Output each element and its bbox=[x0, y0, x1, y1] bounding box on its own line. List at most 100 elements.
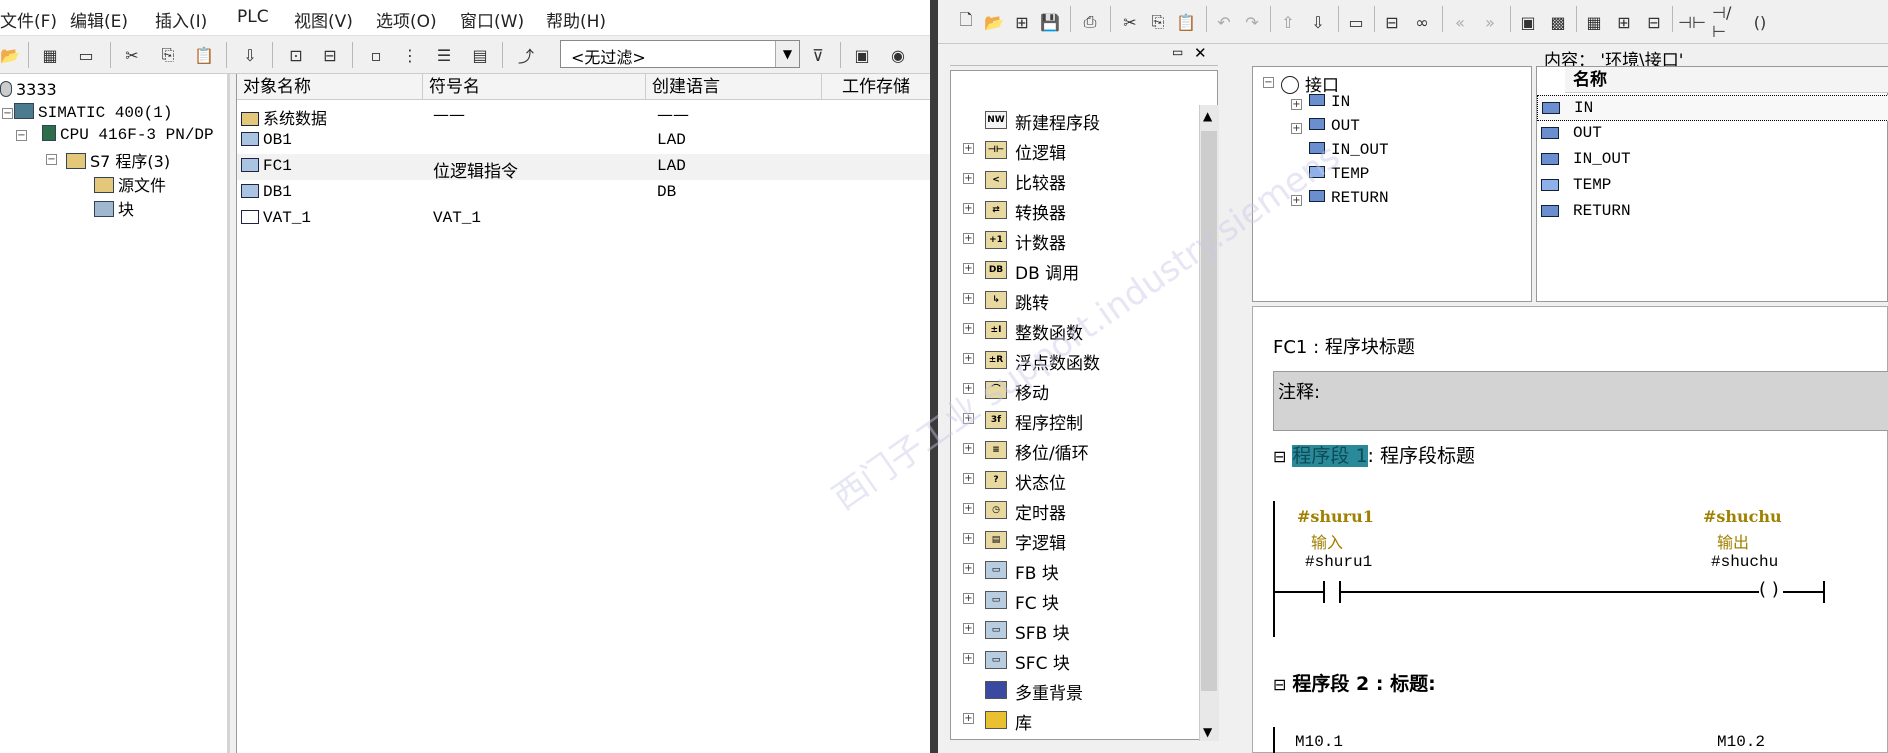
table-row[interactable]: DB1 DB bbox=[237, 180, 931, 206]
collapse-icon[interactable]: − bbox=[46, 154, 57, 165]
monitor-icon[interactable]: ▭ bbox=[1342, 8, 1370, 36]
chevron-down-icon[interactable]: ▼ bbox=[775, 41, 799, 67]
details-icon[interactable]: ▩ bbox=[1544, 8, 1572, 36]
interface-tree-in[interactable]: IN bbox=[1309, 93, 1350, 111]
accessible-nodes-icon[interactable]: ▦ bbox=[36, 41, 64, 69]
branch-open-icon[interactable]: ⊞ bbox=[1610, 8, 1638, 36]
list-view-icon[interactable]: ☰ bbox=[430, 41, 458, 69]
interface-tree-return[interactable]: RETURN bbox=[1309, 189, 1389, 207]
next-segment-icon[interactable]: » bbox=[1476, 8, 1504, 36]
simulation-icon[interactable]: ◉ bbox=[884, 41, 912, 69]
tree-item-project[interactable]: 3333 bbox=[0, 80, 57, 99]
tree-item-program[interactable]: S7 程序(3) bbox=[66, 148, 170, 172]
scroll-up-icon[interactable]: ▲ bbox=[1203, 109, 1212, 123]
expand-icon[interactable]: + bbox=[963, 713, 974, 724]
filter-select[interactable]: <无过滤> ▼ bbox=[560, 40, 800, 68]
tree-item-cpu[interactable]: CPU 416F-3 PN/DP bbox=[42, 124, 214, 144]
coil-address[interactable]: #shuchu bbox=[1711, 553, 1778, 571]
nc-contact-icon[interactable]: ⊣/⊢ bbox=[1712, 3, 1740, 41]
online-icon[interactable]: ⊡ bbox=[282, 41, 310, 69]
cut-icon[interactable]: ✂ bbox=[118, 41, 146, 69]
contact-address[interactable]: M10.1 bbox=[1295, 733, 1343, 751]
network-icon[interactable]: ▣ bbox=[848, 41, 876, 69]
expand-icon[interactable]: + bbox=[963, 653, 974, 664]
menu-view[interactable]: 视图(V) bbox=[294, 7, 353, 32]
up-level-icon[interactable]: ⤴ bbox=[512, 41, 540, 69]
no-contact-icon[interactable]: ⊣⊢ bbox=[1678, 8, 1706, 36]
network-icon[interactable]: ⊟ bbox=[1378, 8, 1406, 36]
interface-row[interactable]: TEMP bbox=[1537, 173, 1888, 199]
interface-row[interactable]: RETURN bbox=[1537, 199, 1888, 225]
interface-row[interactable]: IN bbox=[1537, 95, 1888, 121]
cut-icon[interactable]: ✂ bbox=[1116, 8, 1144, 36]
table-row[interactable]: 系统数据 —— —— bbox=[237, 102, 931, 128]
expand-icon[interactable]: + bbox=[963, 203, 974, 214]
small-icons-icon[interactable]: ⋮ bbox=[396, 41, 424, 69]
expand-icon[interactable]: + bbox=[963, 173, 974, 184]
filter-icon[interactable]: ⊽ bbox=[804, 41, 832, 69]
scroll-down-icon[interactable]: ▼ bbox=[1203, 725, 1212, 739]
expand-icon[interactable]: + bbox=[963, 233, 974, 244]
coil-icon[interactable]: () bbox=[1746, 8, 1774, 36]
open-icon[interactable]: 📂 bbox=[0, 41, 24, 69]
menu-insert[interactable]: 插入(I) bbox=[155, 7, 207, 32]
collapse-icon[interactable]: − bbox=[2, 108, 13, 119]
expand-icon[interactable]: + bbox=[963, 443, 974, 454]
redo-icon[interactable]: ↷ bbox=[1238, 8, 1266, 36]
col-language[interactable]: 创建语言 bbox=[646, 74, 822, 100]
network-2-title[interactable]: ⊟ 程序段 2 : 标题: bbox=[1273, 669, 1436, 696]
print-icon[interactable]: ⎙ bbox=[1076, 8, 1104, 36]
expand-icon[interactable]: + bbox=[1291, 123, 1302, 134]
table-row[interactable]: OB1 LAD bbox=[237, 128, 931, 154]
collapse-icon[interactable]: ⊟ bbox=[1273, 675, 1286, 694]
tree-item-blocks[interactable]: 块 bbox=[94, 196, 134, 220]
menu-options[interactable]: 选项(O) bbox=[376, 7, 437, 32]
previous-segment-icon[interactable]: « bbox=[1446, 8, 1474, 36]
menu-help[interactable]: 帮助(H) bbox=[546, 7, 606, 32]
paste-icon[interactable]: 📋 bbox=[190, 41, 218, 69]
expand-icon[interactable]: + bbox=[1291, 99, 1302, 110]
network-1-title[interactable]: ⊟ 程序段 1: 程序段标题 bbox=[1273, 441, 1475, 468]
menu-plc[interactable]: PLC bbox=[237, 7, 269, 27]
window-splitter[interactable] bbox=[930, 0, 938, 753]
download-icon[interactable]: ⇩ bbox=[236, 41, 264, 69]
expand-icon[interactable]: + bbox=[963, 323, 974, 334]
copy-icon[interactable]: ⎘ bbox=[1144, 8, 1172, 36]
expand-icon[interactable]: + bbox=[963, 563, 974, 574]
col-object-name[interactable]: 对象名称 bbox=[237, 74, 423, 100]
accessible-nodes-icon[interactable]: ⊞ bbox=[1008, 8, 1036, 36]
table-row[interactable]: VAT_1 VAT_1 bbox=[237, 206, 931, 232]
expand-icon[interactable]: + bbox=[963, 473, 974, 484]
menu-file[interactable]: 文件(F) bbox=[0, 7, 57, 32]
interface-row[interactable]: IN_OUT bbox=[1537, 147, 1888, 173]
coil-address[interactable]: M10.2 bbox=[1717, 733, 1765, 751]
expand-icon[interactable]: + bbox=[963, 263, 974, 274]
block-comment[interactable]: 注释: bbox=[1273, 371, 1888, 431]
glasses-icon[interactable]: ∞ bbox=[1408, 8, 1436, 36]
new-icon[interactable]: 🗋 bbox=[952, 8, 980, 36]
insert-network-icon[interactable]: ▦ bbox=[1580, 8, 1608, 36]
expand-icon[interactable]: + bbox=[963, 143, 974, 154]
memory-card-icon[interactable]: ▭ bbox=[72, 41, 100, 69]
col-name[interactable]: 名称 bbox=[1565, 67, 1888, 93]
menu-edit[interactable]: 编辑(E) bbox=[70, 7, 128, 32]
undo-icon[interactable]: ↶ bbox=[1210, 8, 1238, 36]
expand-icon[interactable]: + bbox=[963, 503, 974, 514]
col-work-memory[interactable]: 工作存储 bbox=[822, 74, 942, 100]
details-view-icon[interactable]: ▤ bbox=[466, 41, 494, 69]
contact-address[interactable]: #shuru1 bbox=[1305, 553, 1372, 571]
block-title[interactable]: FC1 : 程序块标题 bbox=[1273, 333, 1415, 359]
contact-left[interactable] bbox=[1323, 581, 1325, 603]
expand-icon[interactable]: + bbox=[963, 353, 974, 364]
expand-icon[interactable]: + bbox=[963, 533, 974, 544]
offline-icon[interactable]: ⊟ bbox=[316, 41, 344, 69]
overview-icon[interactable]: ▣ bbox=[1514, 8, 1542, 36]
large-icons-icon[interactable]: ▫ bbox=[362, 41, 390, 69]
copy-icon[interactable]: ⎘ bbox=[154, 41, 182, 69]
paste-icon[interactable]: 📋 bbox=[1172, 8, 1200, 36]
interface-row[interactable]: OUT bbox=[1537, 121, 1888, 147]
tree-item-station[interactable]: SIMATIC 400(1) bbox=[14, 102, 172, 122]
collapse-icon[interactable]: − bbox=[1263, 77, 1274, 88]
tree-item-sources[interactable]: 源文件 bbox=[94, 172, 166, 196]
collapse-icon[interactable]: − bbox=[16, 130, 27, 141]
